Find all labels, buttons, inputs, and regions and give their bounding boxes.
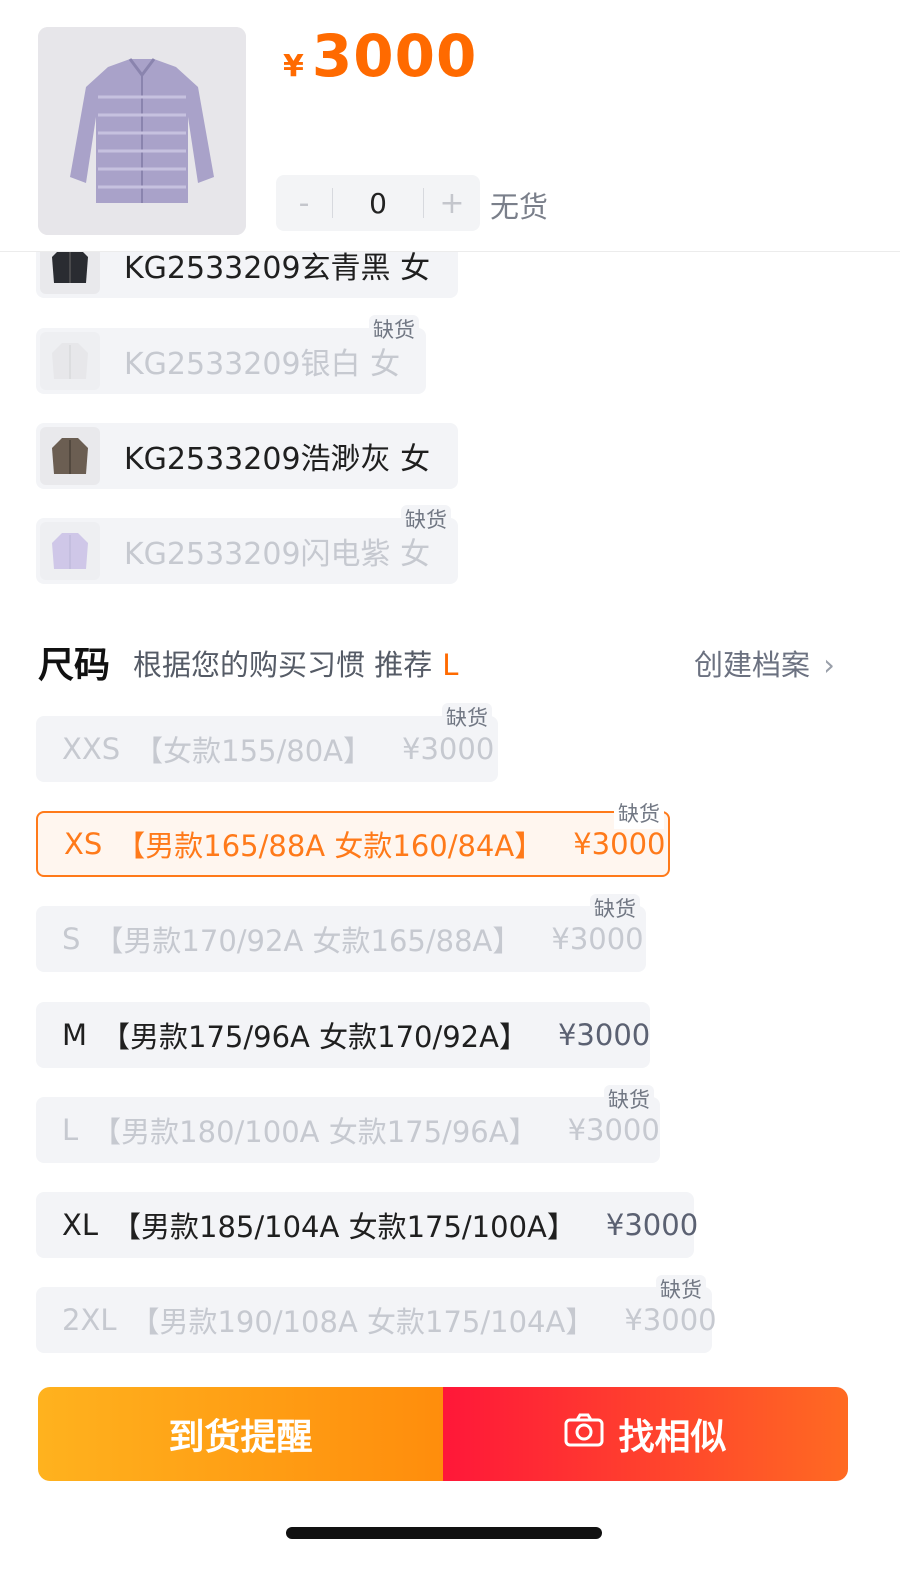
size-recommendation: 根据您的购买习惯 推荐 L [133,642,458,684]
color-option-gray[interactable]: KG2533209浩渺灰 女 [36,423,458,489]
price-value: 3000 [311,22,478,90]
size-option-s[interactable]: S 【男款170/92A 女款165/88A】 ¥3000 [36,906,646,972]
size-option-l[interactable]: L 【男款180/100A 女款175/96A】 ¥3000 [36,1097,660,1163]
create-profile-label: 创建档案 [694,648,811,682]
size-price: ¥3000 [567,1113,660,1147]
size-price: ¥3000 [624,1303,717,1337]
size-code: XXS [62,732,121,766]
price: ¥ 3000 [283,22,477,90]
jacket-swatch-icon [40,427,100,485]
size-code: S [62,922,81,956]
size-code: XL [62,1208,99,1242]
recommended-size: L [442,648,459,682]
sold-out-tag: 缺货 [614,799,664,829]
size-option-xxs[interactable]: XXS 【女款155/80A】 ¥3000 [36,716,498,782]
color-label: KG2533209浩渺灰 女 [124,442,431,477]
size-code: 2XL [62,1303,117,1337]
color-label: KG2533209银白 女 [124,347,401,382]
arrival-notify-label: 到货提醒 [168,1417,313,1458]
currency-symbol: ¥ [283,49,304,84]
size-desc: 【男款185/104A 女款175/100A】 [112,1210,576,1244]
size-desc: 【男款170/92A 女款165/88A】 [94,924,522,958]
jacket-swatch-icon [40,522,100,580]
find-similar-button[interactable]: 找相似 [443,1387,848,1481]
size-price: ¥3000 [551,922,644,956]
color-option-purple[interactable]: KG2533209闪电紫 女 [36,518,458,584]
camera-icon [564,1413,604,1456]
size-desc: 【男款165/88A 女款160/84A】 [116,829,544,863]
find-similar-label: 找相似 [618,1417,727,1458]
quantity-stepper: - 0 + [276,175,480,231]
size-desc: 【男款175/96A 女款170/92A】 [101,1020,528,1054]
size-code: M [62,1018,88,1052]
size-desc: 【男款190/108A 女款175/104A】 [130,1305,595,1339]
sold-out-tag: 缺货 [656,1275,706,1305]
chevron-right-icon: › [823,648,835,682]
product-thumbnail [38,27,246,235]
size-code: XS [64,827,103,861]
increment-button[interactable]: + [424,186,480,221]
sold-out-tag: 缺货 [369,315,419,345]
sold-out-tag: 缺货 [604,1085,654,1115]
home-indicator[interactable] [286,1527,602,1539]
jacket-image [38,27,246,235]
size-price: ¥3000 [573,827,666,861]
size-option-xl[interactable]: XL 【男款185/104A 女款175/100A】 ¥3000 [36,1192,698,1258]
size-option-xs[interactable]: XS 【男款165/88A 女款160/84A】 ¥3000 [36,811,670,877]
stock-status: 无货 [490,190,549,224]
jacket-swatch-icon [40,332,100,390]
size-option-m[interactable]: M 【男款175/96A 女款170/92A】 ¥3000 [36,1002,650,1068]
sold-out-tag: 缺货 [442,703,492,733]
quantity-value[interactable]: 0 [333,187,423,220]
size-desc: 【女款155/80A】 [134,734,373,768]
color-option-silver[interactable]: KG2533209银白 女 [36,328,426,394]
color-label: KG2533209闪电紫 女 [124,537,431,572]
create-profile-link[interactable]: 创建档案 › [694,642,835,684]
product-header: ¥ 3000 - 0 + 无货 [0,0,900,252]
size-price: ¥3000 [605,1208,699,1242]
arrival-notify-button[interactable]: 到货提醒 [38,1387,443,1481]
sold-out-tag: 缺货 [401,505,451,535]
recommendation-text: 根据您的购买习惯 推荐 [133,648,433,682]
size-section-title: 尺码 [38,645,111,686]
sold-out-tag: 缺货 [590,894,640,924]
size-option-2xl[interactable]: 2XL 【男款190/108A 女款175/104A】 ¥3000 [36,1287,717,1353]
decrement-button[interactable]: - [276,186,332,221]
size-desc: 【男款180/100A 女款175/96A】 [92,1115,538,1149]
size-code: L [62,1113,79,1147]
size-price: ¥3000 [402,732,495,766]
bottom-action-bar: 到货提醒 找相似 [38,1387,848,1481]
size-price: ¥3000 [557,1018,651,1052]
